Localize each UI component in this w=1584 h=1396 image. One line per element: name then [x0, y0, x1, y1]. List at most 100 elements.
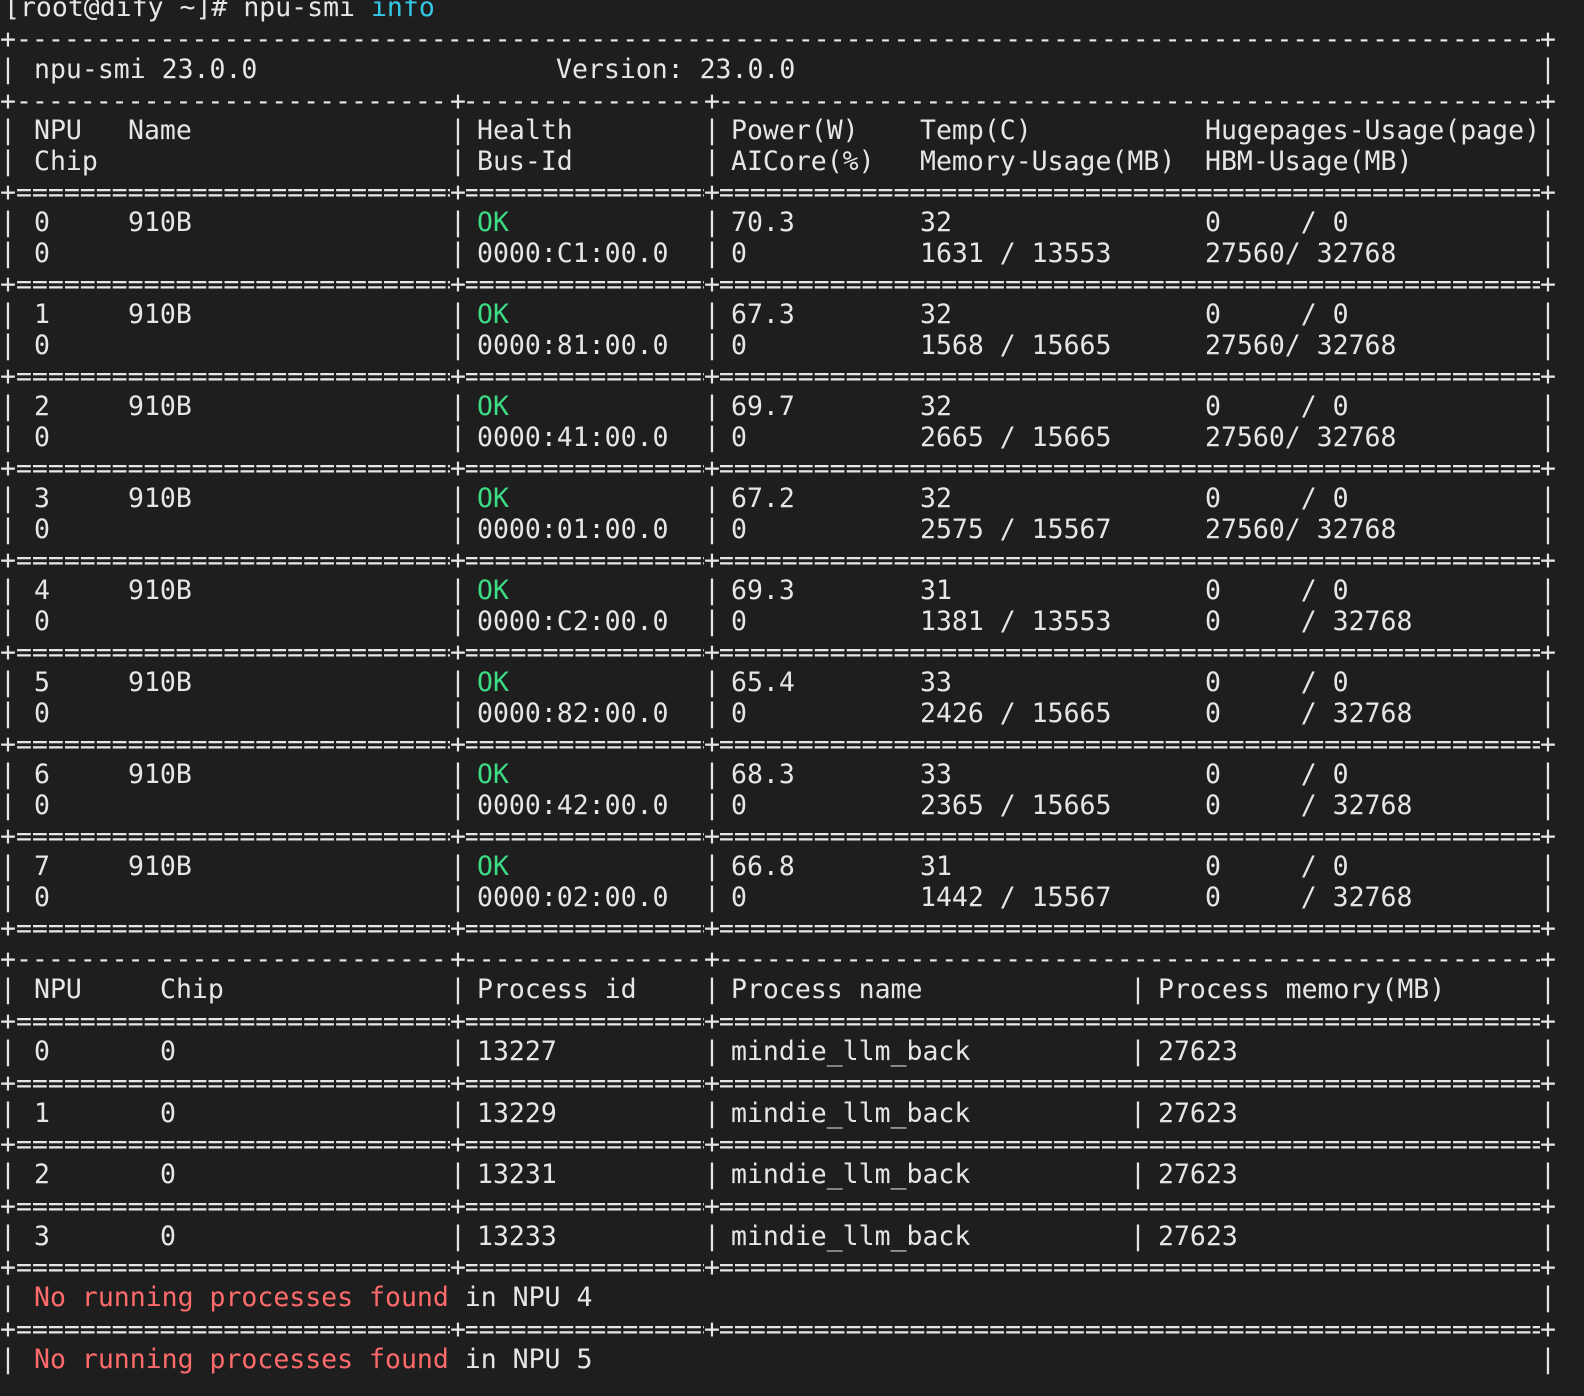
npu-name: 910B: [128, 575, 192, 606]
chip-id: 0: [34, 882, 50, 913]
bus-id: 0000:81:00.0: [477, 330, 669, 361]
npu-name: 910B: [128, 391, 192, 422]
npu-power: 65.4: [731, 667, 795, 698]
hbm-usage: 27560/ 32768: [1205, 422, 1397, 453]
hbm-usage: 27560/ 32768: [1205, 514, 1397, 545]
process-chip: 0: [160, 1159, 176, 1190]
memory-usage: 1568 / 15665: [920, 330, 1112, 361]
no-process-message: No running processes found in NPU 4: [34, 1282, 592, 1314]
npu-power: 68.3: [731, 759, 795, 790]
process-memory: 27623: [1158, 1220, 1238, 1252]
npu-row: | 3 910B | OK | 67.2 32 0 / 0 |: [0, 483, 1556, 514]
terminal-window[interactable]: [root@dify ~]# npu-smi info +-----------…: [0, 0, 1584, 1396]
memory-usage: 1442 / 15567: [920, 882, 1112, 913]
border-line: +=======================================…: [0, 1067, 1556, 1100]
border-line: +=======================================…: [0, 1252, 1556, 1284]
aicore-usage: 0: [731, 790, 747, 821]
no-process-row: | No running processes found in NPU 4 |: [0, 1282, 1556, 1313]
chip-id: 0: [34, 698, 50, 729]
npu-temp: 32: [920, 391, 952, 422]
column-header-row-1: | NPU Name | Health | Power(W) Temp(C) Hugepages…: [0, 115, 1556, 146]
npu-hugepages: 0 / 0: [1205, 851, 1349, 882]
npu-name: 910B: [128, 851, 192, 882]
npu-name: 910B: [128, 299, 192, 330]
border-line: +=======================================…: [0, 1006, 1556, 1038]
npu-temp: 33: [920, 759, 952, 790]
npu-hugepages: 0 / 0: [1205, 483, 1349, 514]
col-memory-usage: Memory-Usage(MB): [920, 146, 1176, 177]
border-line: +=======================================…: [0, 1129, 1556, 1161]
border-line: +=======================================…: [0, 177, 1556, 209]
border-line: +=======================================…: [0, 637, 1556, 669]
process-name: mindie_llm_back: [731, 1097, 971, 1129]
bus-id: 0000:C2:00.0: [477, 606, 669, 637]
proc-col-name: Process name: [731, 974, 923, 1005]
npu-power: 67.2: [731, 483, 795, 514]
bus-id: 0000:C1:00.0: [477, 238, 669, 269]
process-memory: 27623: [1158, 1159, 1238, 1190]
col-power: Power(W): [731, 115, 859, 146]
npu-hugepages: 0 / 0: [1205, 575, 1349, 606]
no-process-message: No running processes found in NPU 5: [34, 1344, 592, 1376]
npu-hugepages: 0 / 0: [1205, 759, 1349, 790]
col-temp: Temp(C): [920, 115, 1032, 146]
npu-health-status: OK: [477, 575, 509, 606]
aicore-usage: 0: [731, 514, 747, 545]
hbm-usage: 0 / 32768: [1205, 882, 1413, 913]
process-row: | 3 0 | 13233 | mindie_llm_back | 27623 |: [0, 1220, 1556, 1252]
process-chip: 0: [160, 1097, 176, 1129]
memory-usage: 1631 / 13553: [920, 238, 1112, 269]
memory-usage: 2665 / 15665: [920, 422, 1112, 453]
process-memory: 27623: [1158, 1036, 1238, 1067]
chip-id: 0: [34, 514, 50, 545]
npu-id: 6: [34, 759, 50, 790]
npu-row: | 7 910B | OK | 66.8 31 0 / 0 |: [0, 851, 1556, 882]
col-aicore: AICore(%): [731, 146, 875, 177]
border-line: +=======================================…: [0, 913, 1556, 945]
border-line: +=======================================…: [0, 453, 1556, 485]
process-npu: 0: [34, 1036, 50, 1067]
chip-id: 0: [34, 790, 50, 821]
npu-name: 910B: [128, 483, 192, 514]
process-chip: 0: [160, 1036, 176, 1067]
border-line: +=======================================…: [0, 269, 1556, 301]
npu-chip-row: | 0 | 0000:82:00.0 | 0 2426 / 15665 0 / 32768 |: [0, 698, 1556, 729]
col-name: Name: [128, 115, 192, 146]
aicore-usage: 0: [731, 330, 747, 361]
col-health: Health: [477, 115, 573, 146]
process-name: mindie_llm_back: [731, 1159, 971, 1190]
npu-chip-row: | 0 | 0000:42:00.0 | 0 2365 / 15665 0 / 32768 |: [0, 790, 1556, 821]
no-process-text: No running processes found: [34, 1282, 449, 1313]
npu-temp: 32: [920, 483, 952, 514]
chip-id: 0: [34, 422, 50, 453]
npu-chip-row: | 0 | 0000:02:00.0 | 0 1442 / 15567 0 / 32768 |: [0, 882, 1556, 913]
proc-col-pid: Process id: [477, 974, 637, 1005]
process-header-row: | NPU Chip | Process id | Process name | Process…: [0, 974, 1556, 1005]
npu-power: 69.3: [731, 575, 795, 606]
prompt-text: [root@dify ~]# npu-smi: [4, 0, 371, 23]
col-bus-id: Bus-Id: [477, 146, 573, 177]
npu-id: 0: [34, 207, 50, 238]
command-prompt: [root@dify ~]# npu-smi info: [4, 0, 435, 24]
npu-row: | 1 910B | OK | 67.3 32 0 / 0 |: [0, 299, 1556, 330]
bus-id: 0000:82:00.0: [477, 698, 669, 729]
process-npu: 1: [34, 1097, 50, 1129]
npu-id: 4: [34, 575, 50, 606]
npu-hugepages: 0 / 0: [1205, 207, 1349, 238]
bus-id: 0000:41:00.0: [477, 422, 669, 453]
process-id: 13227: [477, 1036, 557, 1067]
npu-temp: 32: [920, 299, 952, 330]
npu-chip-row: | 0 | 0000:81:00.0 | 0 1568 / 15665 27560/ 3276…: [0, 330, 1556, 361]
npu-row: | 5 910B | OK | 65.4 33 0 / 0 |: [0, 667, 1556, 698]
border-line: +---------------------------------------…: [0, 944, 1556, 976]
border-line: +=======================================…: [0, 1313, 1556, 1346]
npu-power: 66.8: [731, 851, 795, 882]
npu-chip-row: | 0 | 0000:C1:00.0 | 0 1631 / 13553 27560/ 3276…: [0, 238, 1556, 269]
hbm-usage: 0 / 32768: [1205, 606, 1413, 637]
process-id: 13233: [477, 1220, 557, 1252]
npu-id: 3: [34, 483, 50, 514]
process-row: | 0 0 | 13227 | mindie_llm_back | 27623 |: [0, 1036, 1556, 1067]
npu-id: 1: [34, 299, 50, 330]
proc-col-memory: Process memory(MB): [1158, 974, 1446, 1005]
npu-id: 7: [34, 851, 50, 882]
